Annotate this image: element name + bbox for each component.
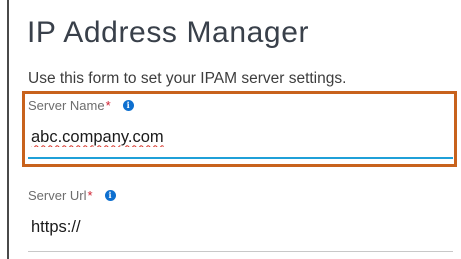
server-name-label: Server Name * i: [28, 97, 453, 113]
server-name-underline: [28, 157, 453, 159]
form-description: Use this form to set your IPAM server se…: [28, 70, 347, 87]
info-icon[interactable]: i: [122, 99, 134, 111]
server-name-input[interactable]: [28, 126, 453, 148]
server-name-label-text: Server Name: [28, 97, 105, 113]
ipam-settings-panel: IP Address Manager Use this form to set …: [0, 0, 461, 259]
info-icon[interactable]: i: [104, 189, 116, 201]
server-url-field: Server Url * i: [28, 187, 453, 252]
server-url-label-text: Server Url: [28, 187, 87, 203]
server-name-field: Server Name * i: [28, 97, 453, 159]
required-asterisk: *: [105, 97, 111, 113]
required-asterisk: *: [87, 187, 93, 203]
server-url-label: Server Url * i: [28, 187, 453, 203]
server-url-underline: [28, 251, 453, 252]
page-title: IP Address Manager: [27, 16, 310, 49]
panel-left-border: [7, 0, 9, 259]
server-url-input[interactable]: [28, 216, 453, 238]
